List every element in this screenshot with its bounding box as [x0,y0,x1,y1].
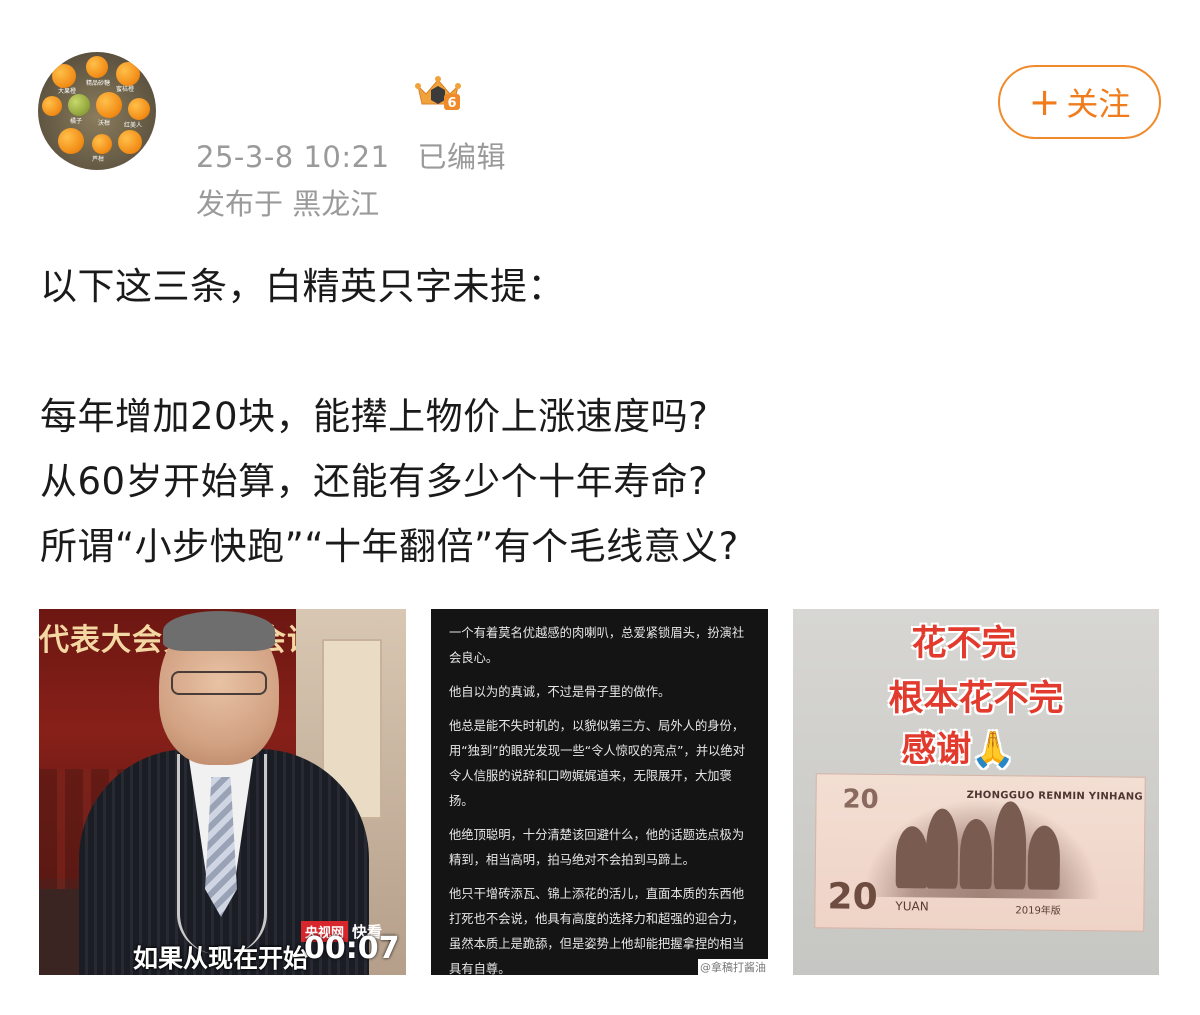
badge-number: 6 [447,96,456,111]
banknote-hill [993,801,1027,890]
text-image-paragraph: 一个有着莫名优越感的肉喇叭，总爱紧锁眉头，扮演社会良心。 [449,626,745,665]
banknote-year: 2019年版 [1015,905,1061,917]
follow-label: 关注 [1066,85,1131,123]
lanyard [177,754,267,954]
avatar-label: 芦柑 [92,156,105,163]
fruit-graphic [68,94,90,116]
fruit-graphic [86,56,108,78]
video-duration: 00:07 [304,931,400,966]
avatar-label: 蜜桔橙 [116,86,135,93]
post-text-line: 所谓“小步快跑”“十年翻倍”有个毛线意义? [40,525,739,568]
fruit-graphic [96,92,122,118]
banknote-bank-text: ZHONGGUO RENMIN YINHANG [966,789,1144,803]
avatar-label: 橘子 [70,118,83,125]
banknote-currency: YUAN [895,899,929,914]
banknote-denomination-small: 20 [842,784,879,815]
fruit-graphic [58,128,84,154]
fruit-graphic [116,62,140,86]
banknote-hill [959,818,993,890]
presenter-glasses [171,671,267,695]
plus-icon: + [1028,80,1061,124]
video-subtitle: 如果从现在开始 [133,944,309,973]
text-image-paragraph: 他自以为的真诚，不过是骨子里的做作。 [449,685,671,699]
fruit-graphic [42,96,62,116]
follow-button[interactable]: + 关注 [998,65,1161,139]
vip-crown-badge-icon: 6 [415,76,461,111]
post-meta: 25-3-8 10:21 已编辑 [196,134,506,176]
avatar-label: 大果橙 [58,88,77,95]
banknote: 20 ZHONGGUO RENMIN YINHANG 20 YUAN 2019年… [814,773,1146,932]
user-avatar[interactable]: 大果橙 精品砂糖 蜜桔橙 沃柑 橘子 红美人 芦柑 [38,52,156,170]
presenter-hair [163,611,275,651]
post-timestamp: 25-3-8 10:21 [196,140,390,174]
post-text-line: 每年增加20块，能撵上物价上涨速度吗? [40,395,709,438]
post-image-banknote[interactable]: 花不完 根本花不完 感谢🙏 20 ZHONGGUO RENMIN YINHANG… [793,609,1159,975]
post-text-line: 从60岁开始算，还能有多少个十年寿命? [40,460,709,503]
image-watermark: @拿稿打酱油 [698,959,768,975]
avatar-label: 红美人 [124,122,143,129]
edited-label[interactable]: 已编辑 [418,140,507,174]
caption-line-1: 花不完 [911,624,1017,664]
banknote-hill [1027,825,1061,890]
fruit-graphic [128,98,150,120]
banknote-hill [925,808,959,889]
post-text-line: 以下这三条，白精英只字未提： [40,265,565,308]
avatar-label: 精品砂糖 [86,80,111,87]
fruit-graphic [52,64,76,88]
banknote-denomination: 20 [827,876,878,918]
caption-line-3: 感谢🙏 [901,730,1015,770]
banknote-hill [895,826,929,889]
post-location: 发布于 黑龙江 [196,187,380,221]
caption-line-2: 根本花不完 [888,679,1064,719]
post-image-video[interactable]: 代表大会第三次会议 央视网 快看 如果从现在开始 00:07 [39,609,406,975]
avatar-label: 沃柑 [98,120,111,127]
text-image-paragraph: 他绝顶聪明，十分清楚该回避什么，他的话题选点极为精到，相当高明，拍马绝对不会拍到… [449,828,745,867]
fruit-graphic [118,130,142,154]
fruit-graphic [92,134,112,154]
text-image-paragraph: 他总是能不失时机的，以貌似第三方、局外人的身份，用“独到”的眼光发现一些“令人惊… [449,719,746,808]
post-image-text[interactable]: 一个有着莫名优越感的肉喇叭，总爱紧锁眉头，扮演社会良心。 他自以为的真诚，不过是… [431,609,768,975]
